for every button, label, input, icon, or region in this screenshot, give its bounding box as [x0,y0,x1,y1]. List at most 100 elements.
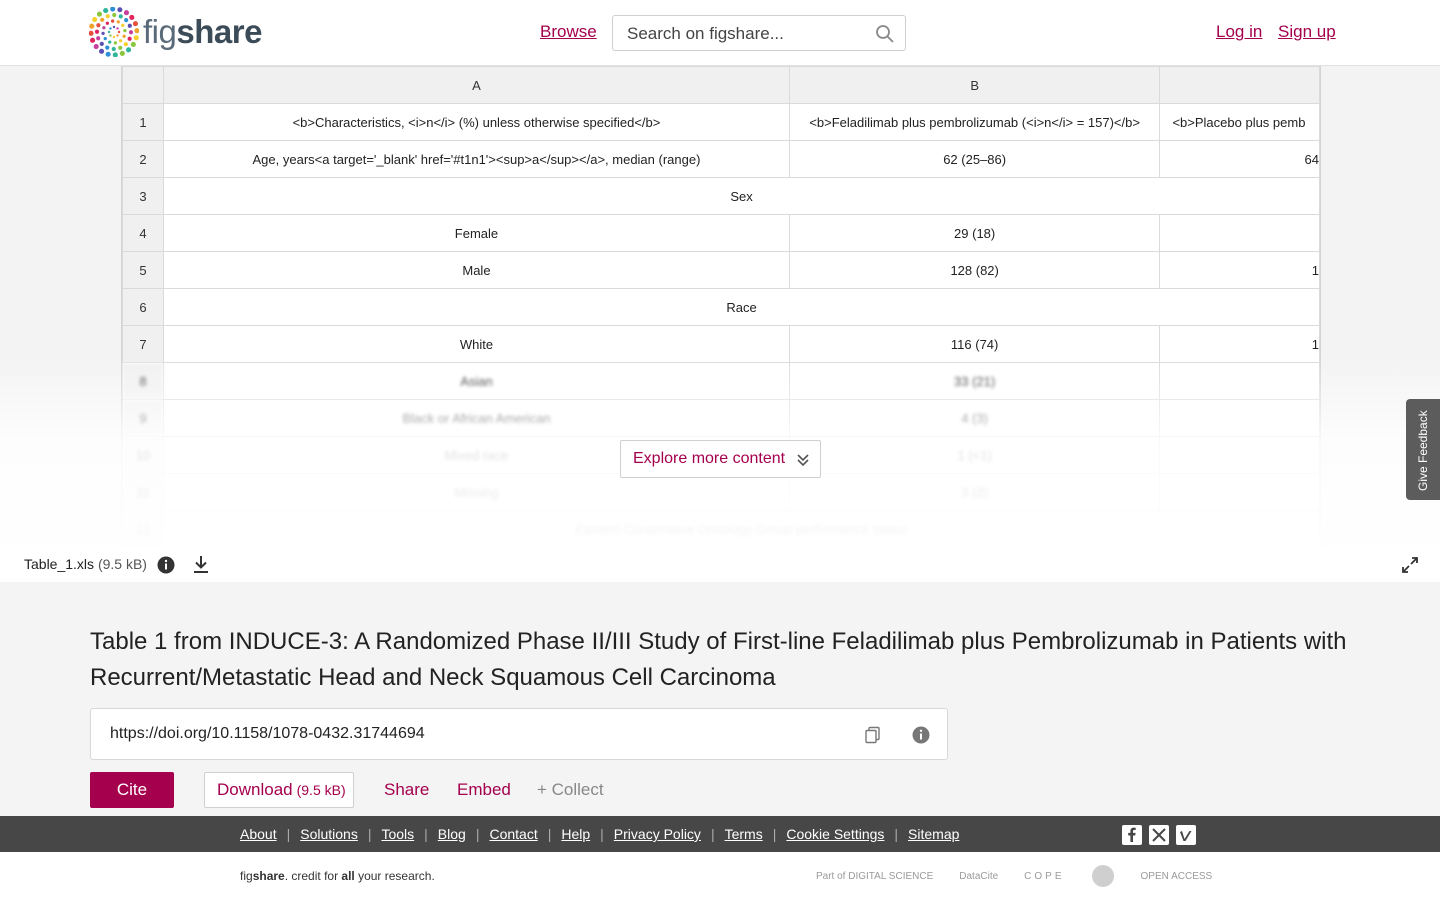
footer-link-privacy-policy[interactable]: Privacy Policy [614,826,701,842]
footer-separator: | [710,826,715,842]
double-chevron-down-icon [797,454,809,467]
give-feedback-label: Give Feedback [1416,410,1430,491]
merged-cell: Eastern Cooperative Oncology Group perfo… [163,510,1320,548]
table-cell-b: 33 (21) [788,362,1161,400]
download-size: (9.5 kB) [296,782,346,798]
row-number: 11 [122,473,165,511]
table-cell-c [1159,214,1320,252]
facebook-icon[interactable] [1122,825,1142,845]
open-access-logo[interactable]: OPEN ACCESS [1141,871,1213,882]
row-number: 12 [122,510,165,548]
logo-text: figshare [143,13,262,50]
footer-separator: | [367,826,372,842]
site-header: figshare Browse Search on figshare... Lo… [0,0,1440,66]
row-number: 1 [122,103,165,141]
table-cell-b: 62 (25–86) [788,140,1161,178]
table-row: 9 Black or African American 4 (3) [122,399,1320,437]
table-cell-c [1159,436,1320,474]
copy-icon[interactable] [864,726,882,744]
table-row: 3 Sex [122,177,1320,215]
embed-link[interactable]: Embed [457,780,511,800]
browse-link[interactable]: Browse [540,22,597,42]
table-cell-c: 1 [1159,325,1320,363]
footer-separator: | [772,826,777,842]
table-cell-b: 1 (<1) [788,436,1161,474]
row-number: 3 [122,177,165,215]
table-cell-b: 29 (18) [788,214,1161,252]
row-number: 5 [122,251,165,289]
column-header-c [1159,66,1320,104]
file-preview: A B 1 <b>Characteristics, <i>n</i> (%) un… [0,66,1440,548]
table-cell-c [1159,399,1320,437]
corner-cell [122,66,165,104]
footer-separator: | [600,826,604,842]
table-cell-b: <b>Feladilimab plus pembrolizumab (<i>n<… [788,103,1161,141]
seal-logo-icon[interactable] [1091,864,1115,888]
download-button[interactable]: Download (9.5 kB) [204,772,354,808]
download-label: Download [217,780,293,799]
footer-separator: | [547,826,552,842]
login-link[interactable]: Log in [1216,22,1262,42]
table-cell-c [1159,473,1320,511]
footer-separator: | [424,826,428,842]
x-twitter-icon[interactable] [1149,825,1169,845]
table-cell-c: <b>Placebo plus pemb [1159,103,1320,141]
doi-link[interactable]: https://doi.org/10.1158/1078-0432.317446… [110,725,425,743]
footer-separator: | [475,826,480,842]
fullscreen-icon[interactable] [1401,556,1419,574]
table-cell-a: Asian [163,362,790,400]
footer-link-contact[interactable]: Contact [489,826,537,842]
table-row: 1 <b>Characteristics, <i>n</i> (%) unless… [122,103,1320,141]
row-number: 10 [122,436,165,474]
explore-more-label: Explore more content [633,450,786,467]
table-cell-a: White [163,325,790,363]
table-cell-b: 116 (74) [788,325,1161,363]
datacite-logo[interactable]: DataCite [959,871,998,882]
file-info-icon[interactable] [157,556,175,574]
footer-separator: | [286,826,291,842]
column-header-row: A B [122,66,1320,104]
footer-link-solutions[interactable]: Solutions [300,826,358,842]
footer-links: About | Solutions | Tools | Blog | Contact | Help |… [240,826,959,842]
item-title: Table 1 from INDUCE-3: A Randomized Phas… [90,628,1347,691]
search-input[interactable]: Search on figshare... [612,15,906,51]
table-cell-b: 3 (2) [788,473,1161,511]
footer-link-blog[interactable]: Blog [438,826,466,842]
footer-link-about[interactable]: About [240,826,277,842]
give-feedback-tab[interactable]: Give Feedback [1406,399,1440,500]
digital-science-logo[interactable]: Part of DIGITAL SCIENCE [816,871,933,882]
footer-link-tools[interactable]: Tools [381,826,414,842]
vimeo-icon[interactable] [1176,825,1196,845]
doi-info-icon[interactable] [911,725,931,745]
table-row: 2 Age, years<a target='_blank' href='#t1n… [122,140,1320,178]
search-icon[interactable] [875,24,895,44]
signup-link[interactable]: Sign up [1278,22,1336,42]
download-icon[interactable] [192,555,210,574]
column-header-a: A [163,66,790,104]
footer-link-terms[interactable]: Terms [725,826,763,842]
file-name: Table_1.xls (9.5 kB) [24,556,147,572]
table-cell-b: 128 (82) [788,251,1161,289]
footer-nav: About | Solutions | Tools | Blog | Contact | Help |… [0,816,1440,852]
table-row: 6 Race [122,288,1320,326]
explore-more-button[interactable]: Explore more content [620,440,821,478]
footer-separator: | [894,826,899,842]
footer-link-sitemap[interactable]: Sitemap [908,826,959,842]
row-number: 2 [122,140,165,178]
collect-link[interactable]: + Collect [537,780,604,800]
cite-button[interactable]: Cite [90,772,174,808]
footer-link-cookie-settings[interactable]: Cookie Settings [786,826,884,842]
table-row: 12 Eastern Cooperative Oncology Group per… [122,510,1320,548]
table-cell-a: Black or African American [163,399,790,437]
table-cell-a: Missing [163,473,790,511]
table-cell-a: Age, years<a target='_blank' href='#t1n1… [163,140,790,178]
table-cell-c: 64 [1159,140,1320,178]
footer-link-help[interactable]: Help [561,826,590,842]
footer-bottom: figshare. credit for all your research. … [0,852,1440,900]
cope-logo[interactable]: COPE [1024,871,1064,882]
footer-tagline: figshare. credit for all your research. [240,869,435,883]
table-cell-c [1159,362,1320,400]
share-link[interactable]: Share [384,780,429,800]
figshare-logo[interactable]: figshare [89,7,262,57]
figshare-logo-mark-icon [89,7,139,57]
